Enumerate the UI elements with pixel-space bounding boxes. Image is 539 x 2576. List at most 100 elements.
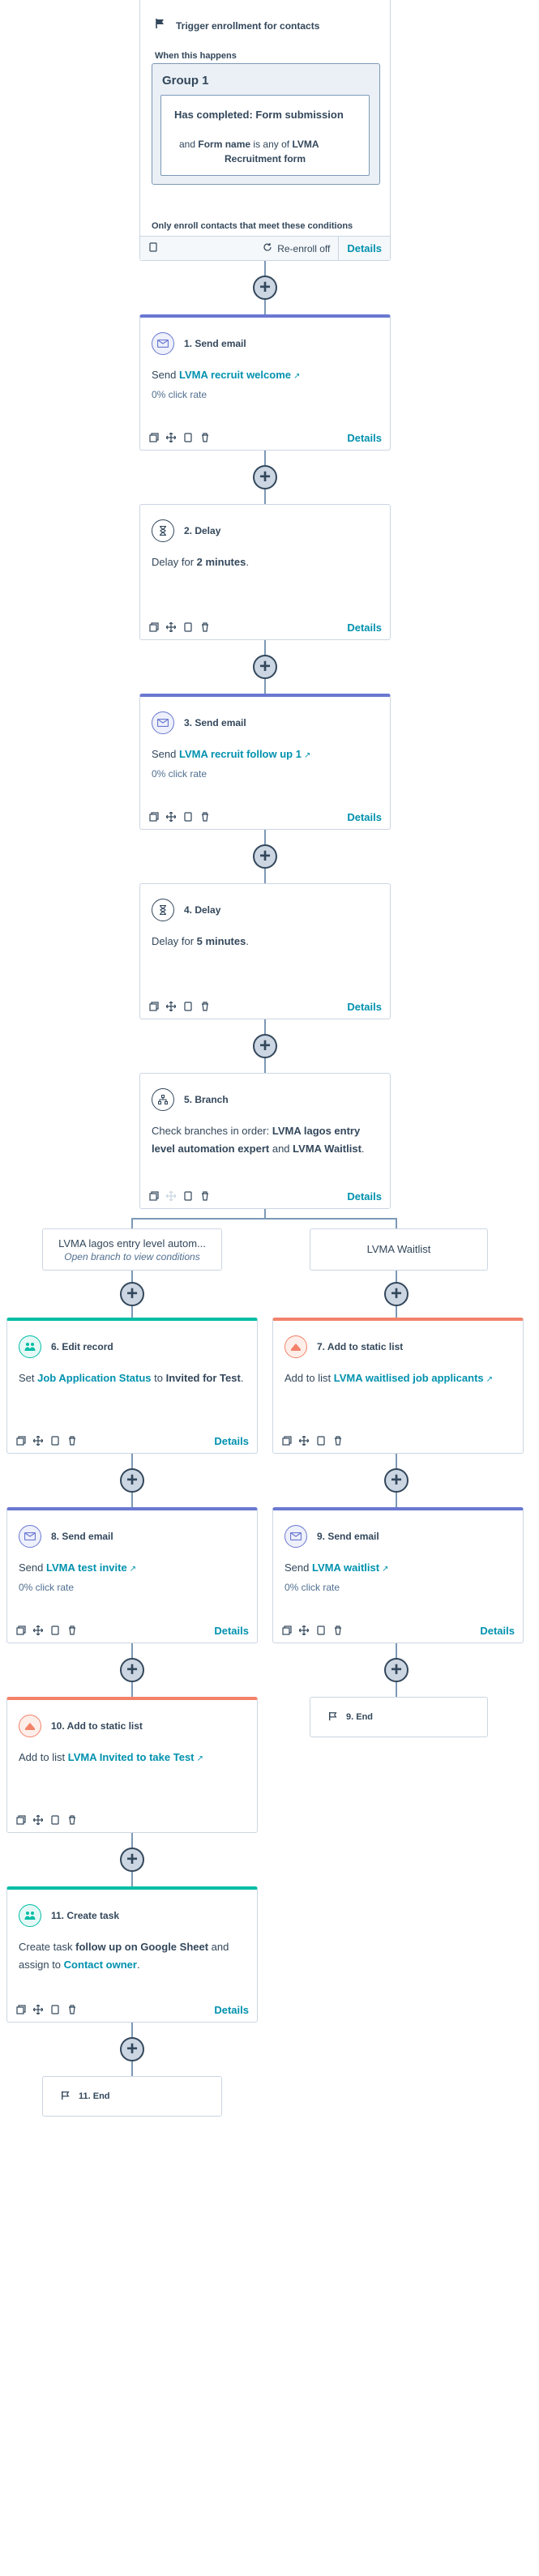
- step-add-static-list-10[interactable]: 10. Add to static list Add to list LVMA …: [6, 1697, 258, 1833]
- step-edit-record-6[interactable]: 6. Edit record Set Job Application Statu…: [6, 1318, 258, 1454]
- step-create-task-11[interactable]: 11. Create task Create task follow up on…: [6, 1886, 258, 2023]
- property-link[interactable]: Job Application Status: [37, 1372, 151, 1384]
- plus-icon[interactable]: +: [120, 1282, 144, 1306]
- clone-icon[interactable]: [148, 1001, 160, 1012]
- external-link-icon[interactable]: ↗: [304, 751, 310, 760]
- plus-icon[interactable]: +: [253, 276, 277, 300]
- delete-icon[interactable]: [332, 1625, 344, 1636]
- reenroll-status[interactable]: Re-enroll off: [277, 236, 340, 261]
- move-icon[interactable]: [165, 622, 177, 633]
- clone-icon[interactable]: [281, 1435, 293, 1446]
- plus-icon[interactable]: +: [384, 1468, 409, 1493]
- clone-icon[interactable]: [281, 1625, 293, 1636]
- plus-icon[interactable]: +: [253, 844, 277, 869]
- clone-icon[interactable]: [15, 1814, 27, 1826]
- copy-icon[interactable]: [182, 432, 194, 443]
- details-link[interactable]: Details: [347, 1190, 382, 1203]
- delete-icon[interactable]: [199, 1190, 211, 1202]
- details-link[interactable]: Details: [347, 622, 382, 634]
- branch-right-label[interactable]: LVMA Waitlist: [310, 1228, 488, 1271]
- copy-icon[interactable]: [315, 1625, 327, 1636]
- delete-icon[interactable]: [66, 1625, 78, 1636]
- move-icon[interactable]: [165, 1001, 177, 1012]
- step-send-email-8[interactable]: 8. Send email Send LVMA test invite ↗ 0% …: [6, 1507, 258, 1643]
- end-node-9[interactable]: 9. End: [310, 1697, 488, 1737]
- plus-icon[interactable]: +: [120, 1848, 144, 1872]
- plus-icon[interactable]: +: [384, 1658, 409, 1682]
- clone-icon[interactable]: [148, 432, 160, 443]
- copy-icon[interactable]: [182, 1190, 194, 1202]
- clone-icon[interactable]: [15, 2004, 27, 2015]
- copy-icon[interactable]: [49, 2004, 61, 2015]
- external-link-icon[interactable]: ↗: [293, 372, 300, 381]
- plus-icon[interactable]: +: [253, 1034, 277, 1058]
- email-link[interactable]: LVMA waitlist: [312, 1561, 379, 1574]
- details-link[interactable]: Details: [214, 2004, 249, 2016]
- plus-icon[interactable]: +: [120, 2037, 144, 2061]
- move-icon[interactable]: [32, 1625, 44, 1636]
- move-icon[interactable]: [298, 1625, 310, 1636]
- clone-icon[interactable]: [15, 1625, 27, 1636]
- list-link[interactable]: LVMA waitlised job applicants: [334, 1372, 484, 1384]
- external-link-icon[interactable]: ↗: [130, 1565, 136, 1574]
- copy-icon[interactable]: [315, 1435, 327, 1446]
- list-link[interactable]: LVMA Invited to take Test: [68, 1751, 195, 1763]
- step-add-static-list-7[interactable]: 7. Add to static list Add to list LVMA w…: [272, 1318, 524, 1454]
- external-link-icon[interactable]: ↗: [486, 1375, 493, 1384]
- email-link[interactable]: LVMA test invite: [46, 1561, 127, 1574]
- clone-icon[interactable]: [15, 1435, 27, 1446]
- task-name: follow up on Google Sheet: [75, 1941, 209, 1953]
- step-delay-2[interactable]: 2. Delay Delay for 2 minutes. Details: [139, 504, 391, 640]
- details-link[interactable]: Details: [347, 1001, 382, 1013]
- details-link[interactable]: Details: [347, 811, 382, 823]
- copy-icon[interactable]: [49, 1435, 61, 1446]
- details-link[interactable]: Details: [214, 1625, 249, 1637]
- delete-icon[interactable]: [199, 811, 211, 822]
- email-link[interactable]: LVMA recruit follow up 1: [179, 748, 302, 760]
- copy-icon[interactable]: [182, 622, 194, 633]
- external-link-icon[interactable]: ↗: [382, 1565, 388, 1574]
- step-send-email-1[interactable]: 1. Send email Send LVMA recruit welcome ↗…: [139, 314, 391, 451]
- delete-icon[interactable]: [66, 1814, 78, 1826]
- copy-icon[interactable]: [182, 1001, 194, 1012]
- details-link[interactable]: Details: [480, 1625, 515, 1637]
- move-icon[interactable]: [32, 1814, 44, 1826]
- copy-icon[interactable]: [148, 241, 158, 256]
- step-branch-5[interactable]: 5. Branch Check branches in order: LVMA …: [139, 1073, 391, 1209]
- copy-icon[interactable]: [49, 1814, 61, 1826]
- clone-icon[interactable]: [148, 1190, 160, 1202]
- owner-link[interactable]: Contact owner: [64, 1959, 137, 1971]
- clone-icon[interactable]: [148, 811, 160, 822]
- clone-icon[interactable]: [148, 622, 160, 633]
- move-icon[interactable]: [32, 2004, 44, 2015]
- move-icon[interactable]: [165, 432, 177, 443]
- move-icon[interactable]: [32, 1435, 44, 1446]
- plus-icon[interactable]: +: [120, 1468, 144, 1493]
- copy-icon[interactable]: [49, 1625, 61, 1636]
- trigger-details-link[interactable]: Details: [347, 242, 382, 254]
- delete-icon[interactable]: [66, 2004, 78, 2015]
- plus-icon[interactable]: +: [384, 1282, 409, 1306]
- plus-icon[interactable]: +: [253, 655, 277, 679]
- delete-icon[interactable]: [66, 1435, 78, 1446]
- end-node-11[interactable]: 11. End: [42, 2076, 222, 2117]
- plus-icon[interactable]: +: [253, 465, 277, 489]
- delete-icon[interactable]: [199, 1001, 211, 1012]
- plus-icon[interactable]: +: [120, 1658, 144, 1682]
- details-link[interactable]: Details: [214, 1435, 249, 1447]
- step-send-email-9[interactable]: 9. Send email Send LVMA waitlist ↗ 0% cli…: [272, 1507, 524, 1643]
- step-send-email-3[interactable]: 3. Send email Send LVMA recruit follow u…: [139, 694, 391, 830]
- copy-icon[interactable]: [182, 811, 194, 822]
- delete-icon[interactable]: [199, 622, 211, 633]
- delete-icon[interactable]: [199, 432, 211, 443]
- filter-group[interactable]: Group 1 Has completed: Form submission a…: [152, 63, 380, 185]
- email-link[interactable]: LVMA recruit welcome: [179, 369, 291, 381]
- external-link-icon[interactable]: ↗: [197, 1754, 203, 1763]
- details-link[interactable]: Details: [347, 432, 382, 444]
- move-icon[interactable]: [165, 811, 177, 822]
- move-icon[interactable]: [298, 1435, 310, 1446]
- trigger-card[interactable]: Trigger enrollment for contacts When thi…: [139, 0, 391, 261]
- step-delay-4[interactable]: 4. Delay Delay for 5 minutes. Details: [139, 883, 391, 1019]
- branch-left-label[interactable]: LVMA lagos entry level autom... Open bra…: [42, 1228, 222, 1271]
- delete-icon[interactable]: [332, 1435, 344, 1446]
